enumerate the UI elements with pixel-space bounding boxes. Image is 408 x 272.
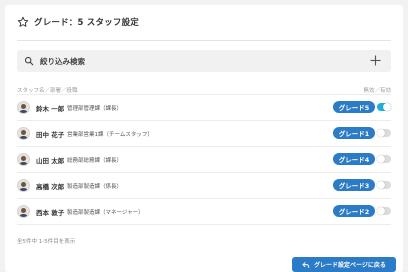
staff-department: 総務部総務課（課長） bbox=[67, 157, 123, 164]
result-count: 全5件中 1-5件目を表示 bbox=[17, 239, 76, 245]
star-icon[interactable] bbox=[17, 16, 29, 28]
page-title: グレード：5 スタッフ設定 bbox=[34, 18, 139, 28]
staff-name: 田中 花子 bbox=[36, 130, 65, 139]
page-header: グレード：5 スタッフ設定 bbox=[5, 5, 403, 39]
enable-toggle[interactable] bbox=[377, 103, 391, 111]
enable-toggle[interactable] bbox=[377, 129, 391, 137]
staff-department: 製造部製造課（マネージャー） bbox=[67, 209, 144, 216]
filter-search-bar[interactable]: 絞り込み検索 bbox=[17, 50, 391, 72]
return-arrow-icon bbox=[302, 261, 310, 268]
enable-toggle[interactable] bbox=[377, 207, 391, 215]
grade-badge: グレード5 bbox=[333, 101, 375, 113]
column-header-staff: スタッフ名／部署／役職 bbox=[17, 88, 78, 94]
column-header-status: 無効／有効 bbox=[363, 88, 391, 94]
staff-department: 管理部管理課（課長） bbox=[67, 105, 123, 112]
back-to-grade-settings-button[interactable]: グレード設定ページに戻る bbox=[292, 257, 396, 272]
row-divider bbox=[17, 224, 391, 225]
table-row: 西本 敦子 製造部製造課（マネージャー） グレード2 bbox=[17, 199, 391, 224]
enable-toggle[interactable] bbox=[377, 155, 391, 163]
avatar bbox=[17, 101, 30, 114]
staff-name: 山田 太郎 bbox=[36, 156, 65, 165]
search-icon bbox=[24, 56, 34, 66]
back-button-label: グレード設定ページに戻る bbox=[314, 262, 386, 269]
header-divider bbox=[17, 40, 391, 41]
staff-settings-card: グレード：5 スタッフ設定 絞り込み検索 スタッフ名／部署／役職 無効／有効 鈴… bbox=[5, 5, 403, 272]
grade-badge: グレード1 bbox=[333, 127, 375, 139]
table-row: 高橋 次郎 製造部製造課（係長） グレード3 bbox=[17, 173, 391, 198]
avatar bbox=[17, 153, 30, 166]
avatar bbox=[17, 205, 30, 218]
staff-name: 西本 敦子 bbox=[36, 208, 65, 217]
staff-name: 鈴木 一郎 bbox=[36, 104, 65, 113]
enable-toggle[interactable] bbox=[377, 181, 391, 189]
table-row: 鈴木 一郎 管理部管理課（課長） グレード5 bbox=[17, 95, 391, 120]
grade-badge: グレード4 bbox=[333, 153, 375, 165]
table-row: 田中 花子 営業部営業1課（チームスタッフ） グレード1 bbox=[17, 121, 391, 146]
staff-department: 営業部営業1課（チームスタッフ） bbox=[67, 131, 153, 138]
table-row: 山田 太郎 総務部総務課（課長） グレード4 bbox=[17, 147, 391, 172]
grade-badge: グレード2 bbox=[333, 205, 375, 217]
staff-department: 製造部製造課（係長） bbox=[67, 183, 123, 190]
search-label: 絞り込み検索 bbox=[40, 56, 85, 66]
avatar bbox=[17, 127, 30, 140]
grade-badge: グレード3 bbox=[333, 179, 375, 191]
staff-name: 高橋 次郎 bbox=[36, 182, 65, 191]
plus-icon[interactable] bbox=[368, 53, 383, 68]
avatar bbox=[17, 179, 30, 192]
